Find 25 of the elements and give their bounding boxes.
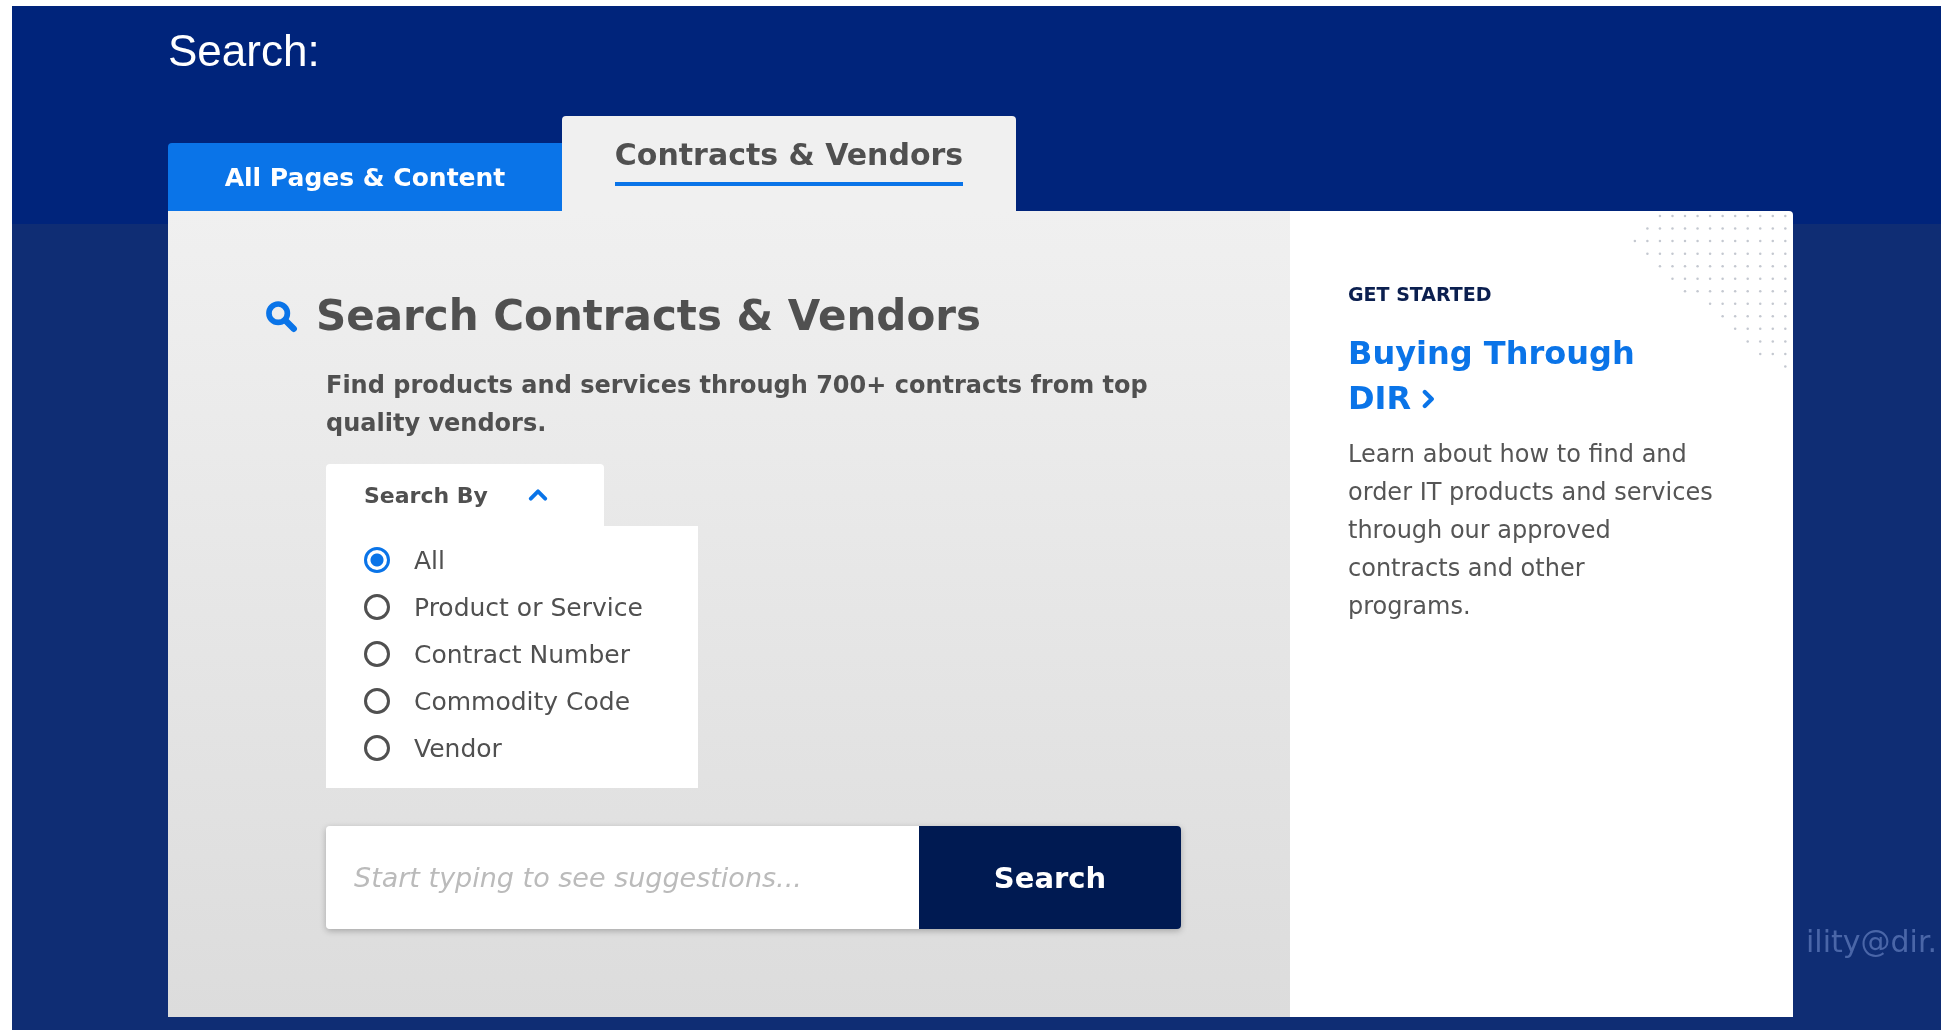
radio-button[interactable] (364, 688, 390, 714)
sidebar-link[interactable]: Buying Through DIR (1348, 331, 1648, 421)
search-button[interactable]: Search (919, 826, 1181, 929)
search-field[interactable]: Start typing to see suggestions... (326, 826, 919, 929)
search-heading: Search Contracts & Vendors (316, 291, 981, 340)
chevron-icon (527, 489, 548, 501)
radio-option[interactable]: Contract Number (364, 636, 698, 672)
radio-option[interactable]: Vendor (364, 730, 698, 766)
section-label: GET STARTED (1348, 283, 1493, 305)
tab[interactable]: Contracts & Vendors (562, 116, 1016, 211)
radio-button[interactable] (364, 735, 390, 761)
background-text: ility@dir. (1806, 924, 1937, 959)
page-title: Search: (168, 25, 321, 77)
radio-button[interactable] (364, 594, 390, 620)
radio-button[interactable] (364, 641, 390, 667)
radio-option[interactable]: All (364, 542, 698, 578)
radio-button[interactable] (364, 547, 390, 573)
radio-option[interactable]: Product or Service (364, 589, 698, 625)
search-description: Find products and services through 700+ contracts from top quality vendors. (326, 370, 1149, 439)
search-icon (264, 298, 298, 333)
search-by-toggle[interactable]: Search By (326, 464, 604, 526)
sidebar-text: Learn about how to find and order IT products and services through our approved contracts and other programs. (1348, 439, 1713, 622)
radio-option[interactable]: Commodity Code (364, 683, 698, 719)
tab[interactable]: All Pages & Content (168, 143, 562, 211)
chevron-right-icon (1422, 389, 1437, 409)
